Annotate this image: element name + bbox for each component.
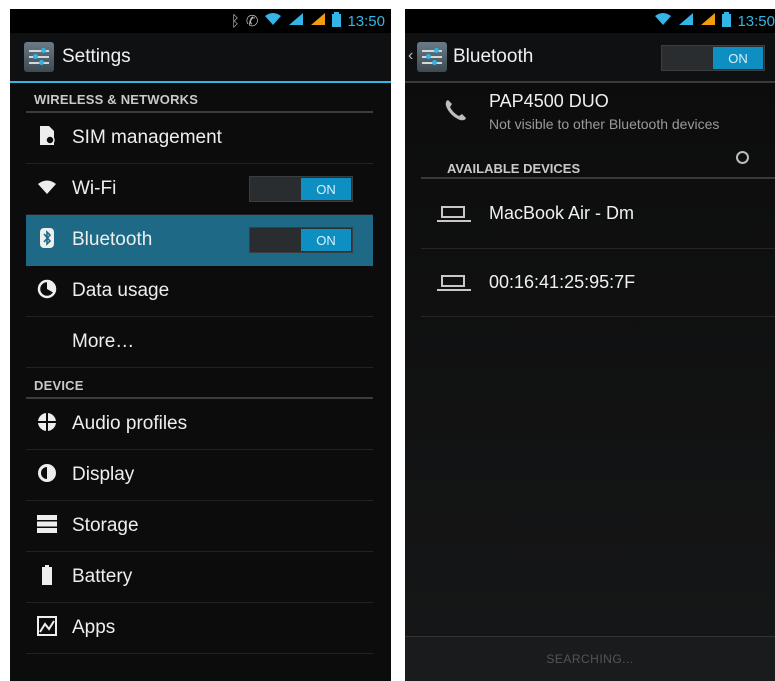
bluetooth-master-toggle-on: ON [713, 47, 763, 69]
data-usage-label: Data usage [72, 280, 170, 301]
storage-item[interactable]: Storage [26, 501, 373, 552]
sim-management-label: SIM management [72, 127, 222, 148]
device-row[interactable]: 00:16:41:25:95:7F [421, 249, 775, 317]
bluetooth-toggle[interactable]: ON [249, 227, 353, 253]
bluetooth-screen: 13:50 ‹ Bluetooth ON PAP4500 DUO Not vis… [405, 9, 775, 681]
sim-icon [36, 125, 58, 151]
battery-item[interactable]: Battery [26, 552, 373, 603]
bottom-status-bar: SEARCHING... [405, 636, 775, 681]
sim-management-item[interactable]: SIM management [26, 113, 373, 164]
bluetooth-label: Bluetooth [72, 229, 153, 250]
roaming-signal-icon [310, 12, 326, 30]
laptop-icon [437, 205, 471, 222]
battery-icon [36, 564, 58, 590]
wifi-item[interactable]: Wi-Fi ON [26, 164, 373, 215]
more-label: More… [72, 331, 135, 352]
storage-label: Storage [72, 515, 139, 536]
status-bar-right: 13:50 [405, 9, 775, 33]
wifi-toggle[interactable]: ON [249, 176, 353, 202]
phone-icon [443, 97, 469, 128]
section-header-device: DEVICE [26, 378, 373, 399]
battery-status-icon [332, 11, 342, 31]
clock: 13:50 [347, 12, 385, 30]
bluetooth-toggle-on: ON [301, 229, 351, 251]
bluetooth-master-toggle[interactable]: ON [661, 45, 765, 71]
roaming-signal-icon [700, 12, 716, 30]
laptop-icon [437, 274, 471, 291]
sync-icon: ✆ [245, 13, 259, 30]
apps-item[interactable]: Apps [26, 603, 373, 654]
searching-label: SEARCHING... [546, 652, 634, 666]
more-item[interactable]: More… [26, 317, 373, 368]
settings-app-icon[interactable] [24, 42, 54, 72]
audio-profiles-item[interactable]: Audio profiles [26, 399, 373, 450]
signal-icon [288, 12, 304, 30]
audio-profiles-label: Audio profiles [72, 413, 188, 434]
data-usage-icon [36, 279, 58, 304]
settings-app-icon[interactable] [417, 42, 447, 72]
device-row-name: 00:16:41:25:95:7F [489, 272, 636, 292]
bluetooth-status-icon: ᛒ [230, 12, 240, 30]
bluetooth-icon [36, 227, 58, 253]
battery-label: Battery [72, 566, 133, 587]
action-bar: Settings [10, 33, 391, 83]
this-device[interactable]: PAP4500 DUO Not visible to other Bluetoo… [421, 83, 775, 151]
audio-profiles-icon [36, 411, 58, 437]
available-devices-header: AVAILABLE DEVICES [421, 151, 775, 179]
device-visibility: Not visible to other Bluetooth devices [489, 116, 720, 132]
back-icon[interactable]: ‹ [408, 47, 413, 65]
status-bar: ᛒ ✆ 13:50 [10, 9, 391, 33]
signal-icon [678, 12, 694, 30]
apps-icon [36, 615, 58, 641]
wifi-status-icon [264, 12, 282, 30]
device-row-name: MacBook Air - Dm [489, 203, 635, 223]
apps-label: Apps [72, 617, 116, 638]
storage-icon [36, 514, 58, 538]
bluetooth-item[interactable]: Bluetooth ON [26, 215, 373, 266]
action-bar-right: ‹ Bluetooth ON [405, 33, 775, 83]
device-row[interactable]: MacBook Air - Dm [421, 179, 775, 249]
searching-spinner-icon [736, 151, 749, 164]
wifi-icon [36, 179, 58, 200]
clock: 13:50 [737, 12, 775, 30]
data-usage-item[interactable]: Data usage [26, 266, 373, 317]
wifi-status-icon [654, 12, 672, 30]
wifi-label: Wi-Fi [72, 178, 117, 199]
display-label: Display [72, 464, 135, 485]
settings-screen: ᛒ ✆ 13:50 Settings WIRELESS & NETWORKS S… [10, 9, 391, 681]
section-header-wireless: WIRELESS & NETWORKS [26, 92, 373, 113]
wifi-toggle-on: ON [301, 178, 351, 200]
battery-status-icon [722, 11, 732, 31]
page-title: Bluetooth [453, 46, 534, 67]
display-icon [36, 463, 58, 488]
display-item[interactable]: Display [26, 450, 373, 501]
page-title: Settings [62, 46, 131, 67]
device-name: PAP4500 DUO [489, 91, 609, 111]
available-devices-label: AVAILABLE DEVICES [447, 161, 581, 176]
